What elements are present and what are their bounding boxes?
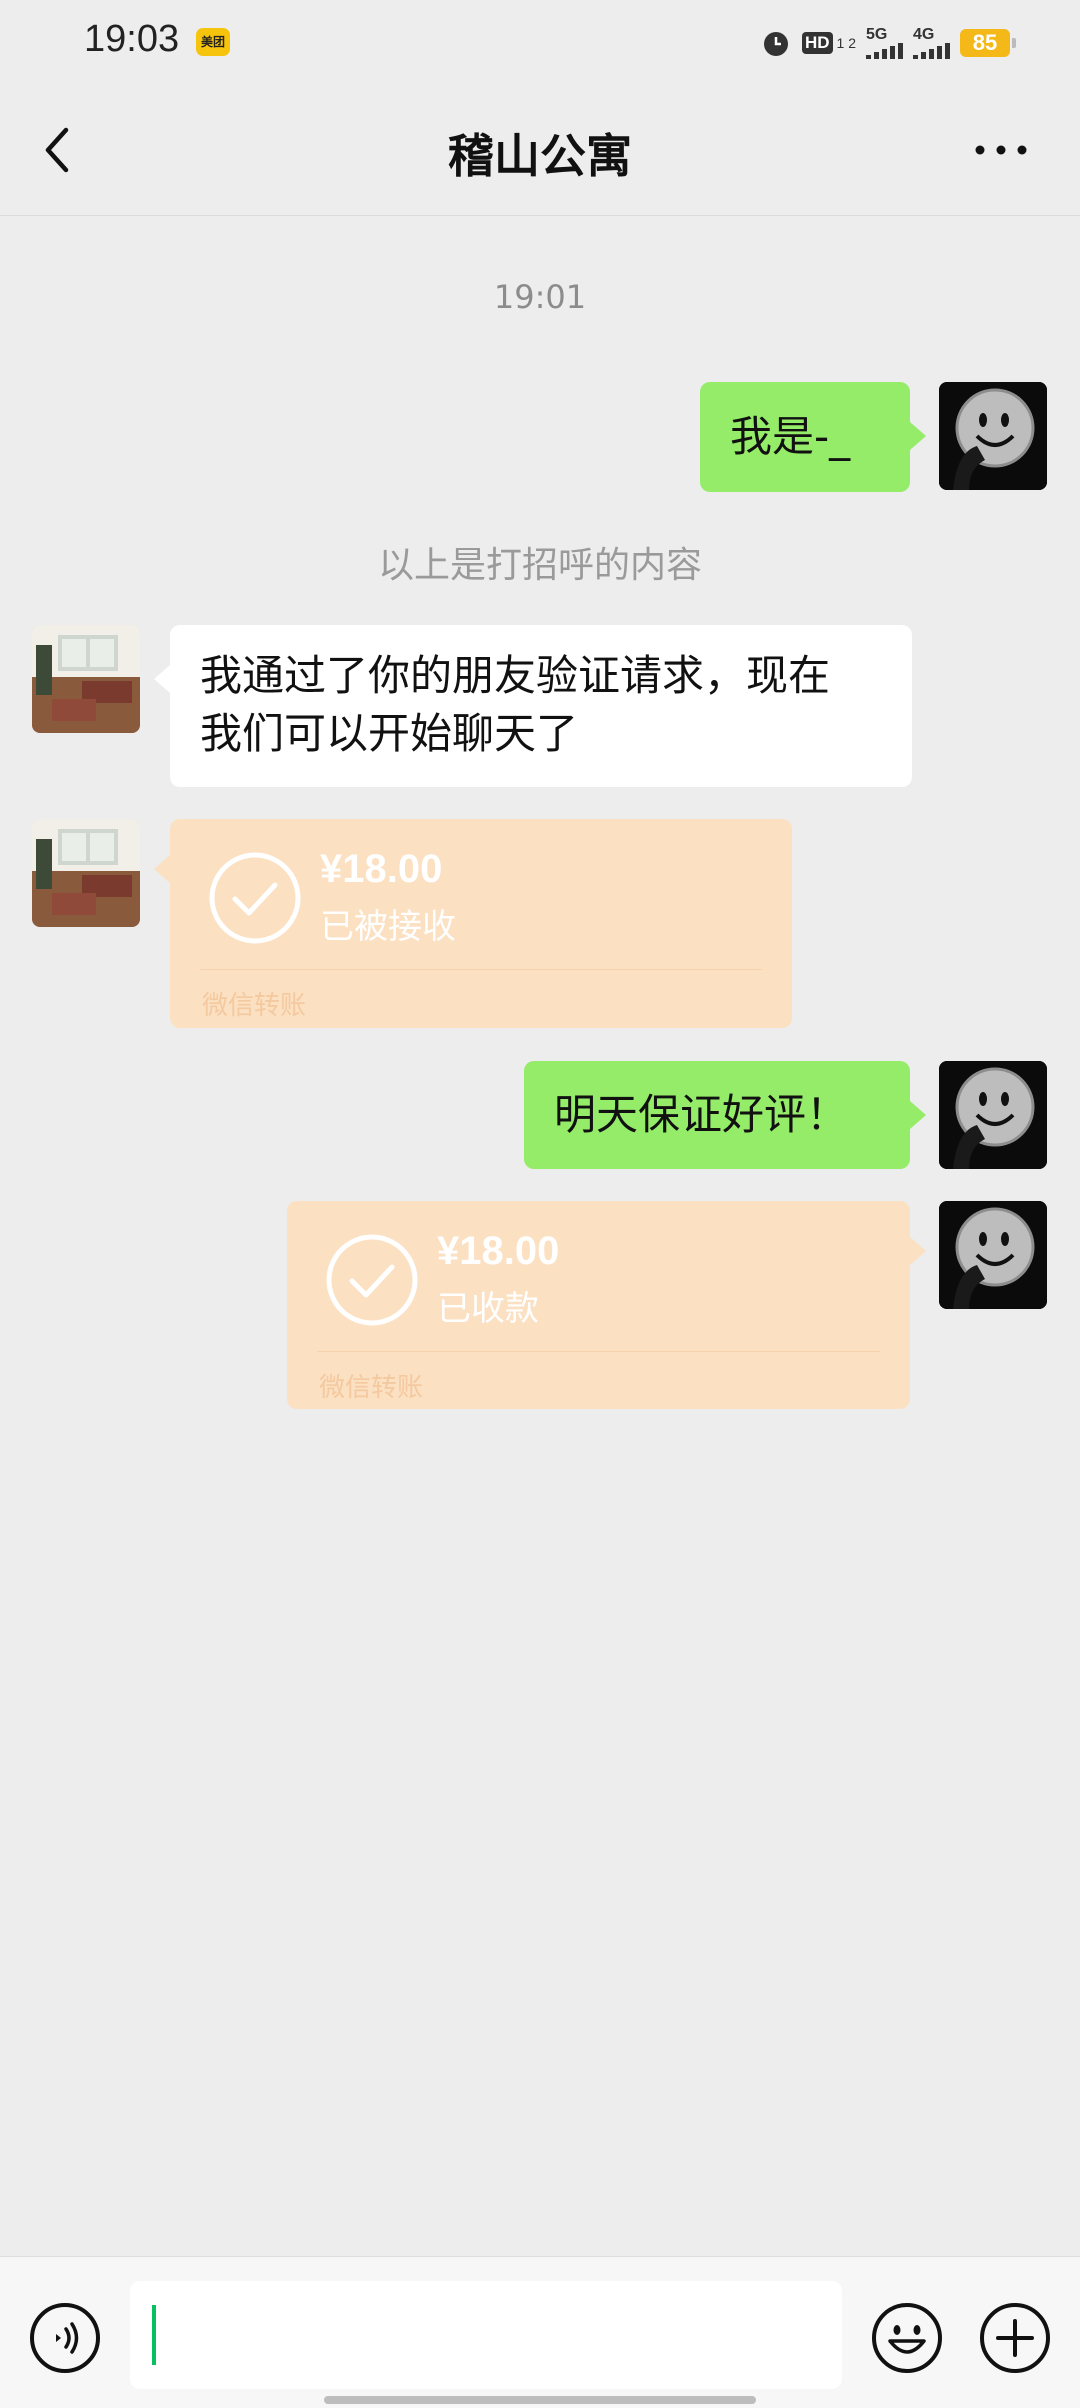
smiley-avatar-image <box>939 1061 1047 1169</box>
ellipsis-icon[interactable] <box>974 140 1028 160</box>
battery-indicator: 85 <box>960 29 1016 57</box>
system-note: 以上是打招呼的内容 <box>377 545 702 586</box>
status-icons: HD 1 2 5G 4G 85 <box>760 24 1016 62</box>
meituan-app-icon: 美团 <box>196 28 230 56</box>
apartment-avatar-image <box>32 625 140 733</box>
avatar-self[interactable] <box>939 1201 1047 1309</box>
network-4g-label: 4G <box>913 26 935 43</box>
transfer-amount: ¥18.00 <box>320 847 443 891</box>
home-indicator[interactable] <box>324 2396 756 2404</box>
status-bar: 19:03 美团 HD 1 2 5G 4G 85 <box>0 0 1080 84</box>
voice-icon[interactable] <box>28 2301 102 2375</box>
hd-sim-index: 1 2 <box>836 35 856 51</box>
message-bubble-self[interactable]: 明天保证好评！ <box>524 1061 926 1169</box>
transfer-card-collected[interactable]: ¥18.00 已收款 微信转账 <box>287 1201 926 1409</box>
transfer-status: 已被接收 <box>320 907 456 947</box>
message-bubble-self[interactable]: 我是-_ <box>700 382 926 492</box>
chat-input-bar <box>0 2256 1080 2408</box>
message-timestamp: 19:01 <box>493 278 587 316</box>
check-circle-icon <box>209 852 301 944</box>
transfer-label: 微信转账 <box>202 991 307 1021</box>
network-5g-label: 5G <box>866 26 888 43</box>
status-time: 19:03 <box>84 18 180 60</box>
chat-title: 稽山公寓 <box>448 129 632 183</box>
message-input[interactable] <box>130 2281 842 2389</box>
avatar-contact[interactable] <box>32 625 140 733</box>
smiley-avatar-image <box>939 1201 1047 1309</box>
apartment-avatar-image <box>32 819 140 927</box>
transfer-amount: ¥18.00 <box>437 1229 560 1273</box>
avatar-self[interactable] <box>939 382 1047 490</box>
check-circle-icon <box>326 1234 418 1326</box>
avatar-self[interactable] <box>939 1061 1047 1169</box>
smiley-avatar-image <box>939 382 1047 490</box>
message-text: 我是-_ <box>730 412 851 461</box>
plus-icon[interactable] <box>978 2301 1052 2375</box>
signal-5g-icon: 5G <box>866 27 903 59</box>
message-text: 明天保证好评！ <box>554 1090 849 1139</box>
emoji-icon[interactable] <box>870 2301 944 2375</box>
alarm-icon <box>763 32 788 56</box>
signal-4g-icon: 4G <box>913 27 950 59</box>
hd-badge: HD <box>801 32 833 54</box>
message-bubble-contact[interactable]: 我通过了你的朋友验证请求，现在 我们可以开始聊天了 <box>154 625 912 787</box>
message-text-line-1: 我通过了你的朋友验证请求，现在 <box>200 651 831 700</box>
message-text-line-2: 我们可以开始聊天了 <box>200 709 579 758</box>
chat-header: 稽山公寓 <box>0 84 1080 216</box>
transfer-status: 已收款 <box>437 1289 539 1329</box>
transfer-card-received[interactable]: ¥18.00 已被接收 微信转账 <box>154 819 792 1028</box>
avatar-contact[interactable] <box>32 819 140 927</box>
transfer-label: 微信转账 <box>319 1373 424 1403</box>
text-cursor <box>152 2305 156 2365</box>
